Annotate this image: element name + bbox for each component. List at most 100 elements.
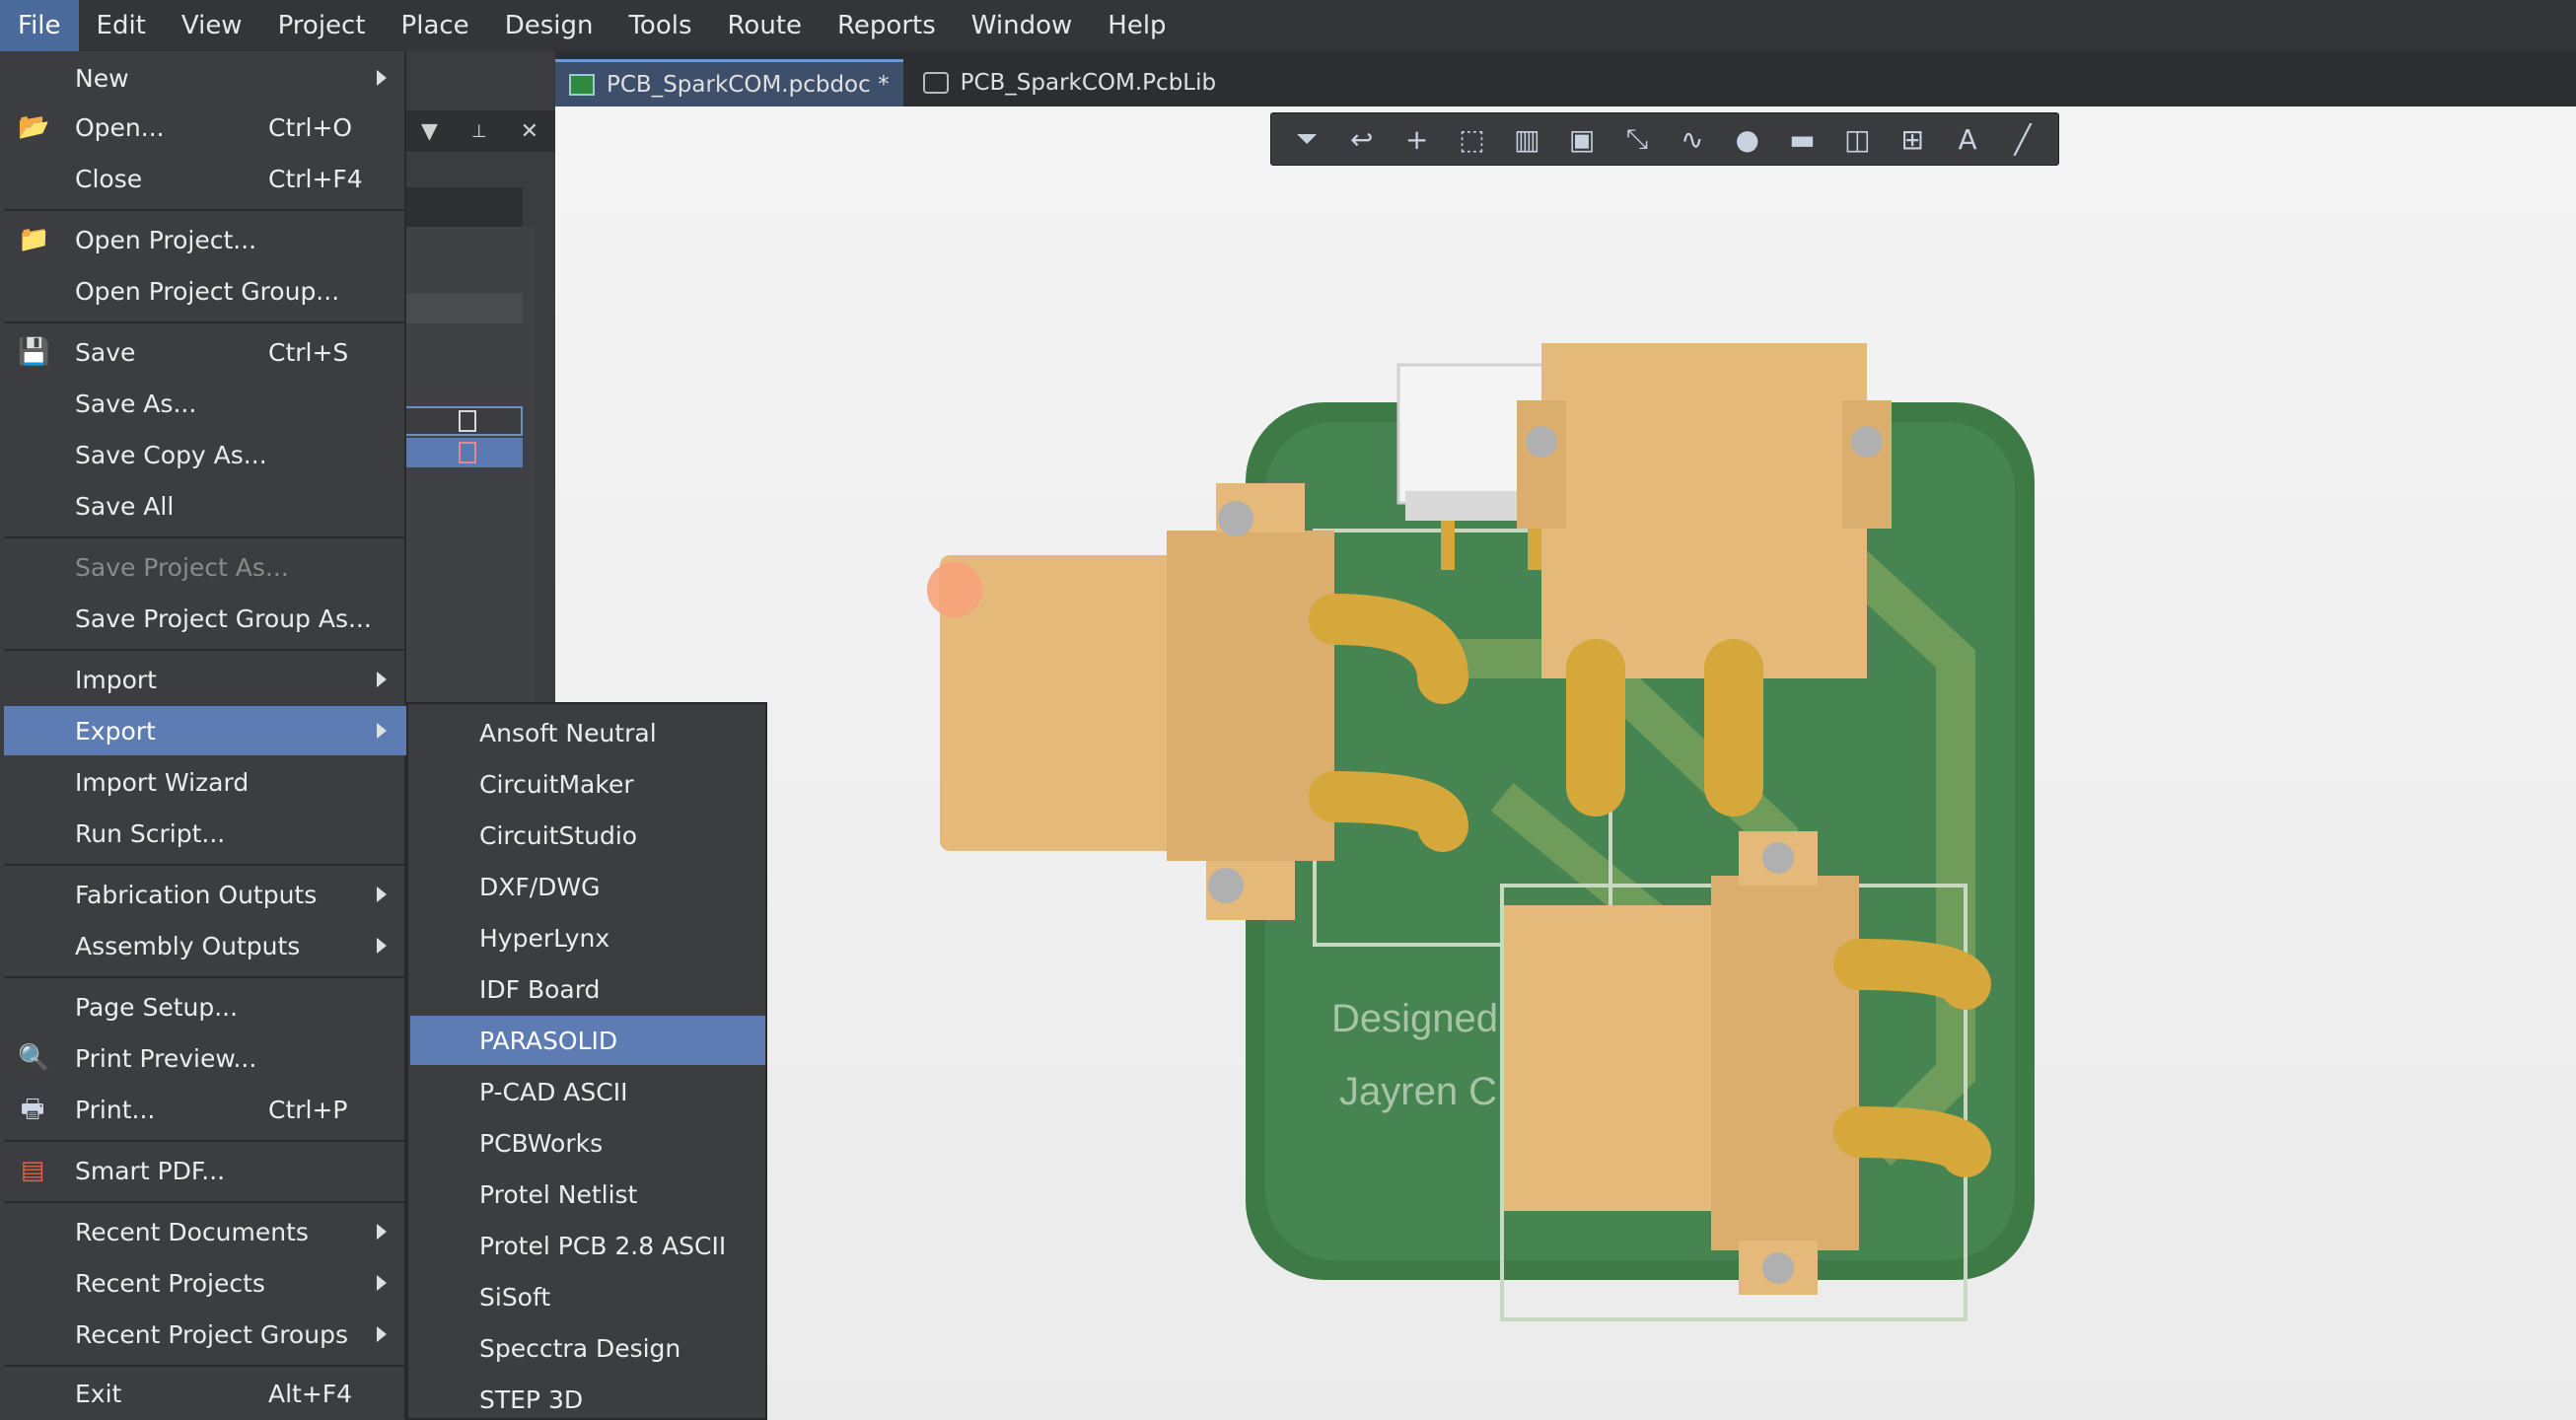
export-item-circuitmaker[interactable]: CircuitMaker xyxy=(410,759,765,809)
menu-item-print-preview[interactable]: 🔍 Print Preview... xyxy=(4,1033,406,1083)
mounting-hole xyxy=(1218,501,1253,536)
silkscreen-text: Designed xyxy=(1331,997,1498,1040)
canvas-active-bar: ⏷ ↩ + ⬚ ▥ ▣ ⤡ ∿ ● ▬ ◫ ⊞ A ╱ xyxy=(1270,112,2059,166)
panel-search-field[interactable] xyxy=(404,187,523,227)
menu-reports[interactable]: Reports xyxy=(820,0,954,51)
save-disk-icon: 💾 xyxy=(18,337,50,367)
silkscreen-text: Jayren C xyxy=(1339,1070,1497,1113)
menu-item-fabrication-outputs[interactable]: Fabrication Outputs xyxy=(4,870,406,919)
menu-item-run-script[interactable]: Run Script... xyxy=(4,809,406,858)
menu-item-save-copy-as[interactable]: Save Copy As... xyxy=(4,430,406,479)
menu-item-save-project-as: Save Project As... xyxy=(75,552,289,582)
menu-file[interactable]: File xyxy=(0,0,79,51)
export-item-step-3d[interactable]: STEP 3D xyxy=(410,1375,765,1420)
menu-separator xyxy=(4,536,406,538)
route-icon[interactable]: ↩ xyxy=(1345,122,1379,156)
menu-bar: File Edit View Project Place Design Tool… xyxy=(0,0,2576,51)
pcb-3d-canvas[interactable]: Designed Jayren C ⏷ ↩ + ⬚ ▥ ▣ ⤡ ∿ ● ▬ ◫ … xyxy=(555,106,2576,1420)
align-icon[interactable]: ▥ xyxy=(1510,122,1543,156)
export-item-parasolid[interactable]: PARASOLID xyxy=(410,1016,765,1065)
menu-item-recent-documents[interactable]: Recent Documents xyxy=(4,1207,406,1256)
export-item-protel-netlist[interactable]: Protel Netlist xyxy=(410,1170,765,1219)
menu-separator xyxy=(4,1201,406,1203)
panel-close-icon[interactable]: ✕ xyxy=(521,119,538,144)
line-icon[interactable]: ╱ xyxy=(2006,122,2039,156)
menu-separator xyxy=(4,1140,406,1142)
menu-item-import[interactable]: Import xyxy=(4,655,406,704)
submenu-arrow-icon xyxy=(377,887,387,902)
file-menu: New 📂 Open... Ctrl+O Close Ctrl+F4 📁 Ope… xyxy=(4,51,406,1420)
menu-item-save-project-group-as[interactable]: Save Project Group As... xyxy=(4,594,406,643)
menu-separator xyxy=(4,976,406,978)
diff-pair-icon[interactable]: ∿ xyxy=(1676,122,1709,156)
menu-item-open-project-group[interactable]: Open Project Group... xyxy=(4,266,406,316)
select-rect-icon[interactable]: ⬚ xyxy=(1455,122,1488,156)
menu-tools[interactable]: Tools xyxy=(610,0,709,51)
export-item-circuitstudio[interactable]: CircuitStudio xyxy=(410,811,765,860)
dimension-icon[interactable]: ⊞ xyxy=(1896,122,1929,156)
export-item-p-cad-ascii[interactable]: P-CAD ASCII xyxy=(410,1067,765,1116)
menu-item-assembly-outputs[interactable]: Assembly Outputs xyxy=(4,921,406,970)
export-submenu: Ansoft Neutral CircuitMaker CircuitStudi… xyxy=(406,702,767,1420)
export-item-pcbworks[interactable]: PCBWorks xyxy=(410,1118,765,1168)
export-item-hyperlynx[interactable]: HyperLynx xyxy=(410,913,765,962)
pcb-doc-icon xyxy=(569,73,595,96)
tab-pcbdoc[interactable]: PCB_SparkCOM.pcbdoc * xyxy=(555,59,903,106)
export-item-specctra-design[interactable]: Specctra Design xyxy=(410,1323,765,1373)
tab-label: PCB_SparkCOM.pcbdoc * xyxy=(607,71,890,98)
menu-item-recent-projects[interactable]: Recent Projects xyxy=(4,1258,406,1308)
via-icon[interactable]: ● xyxy=(1731,122,1764,156)
menu-project[interactable]: Project xyxy=(260,0,384,51)
menu-place[interactable]: Place xyxy=(384,0,487,51)
menu-item-export[interactable]: Export xyxy=(4,706,406,755)
export-item-ansoft-neutral[interactable]: Ansoft Neutral xyxy=(410,708,765,757)
pin xyxy=(1441,521,1455,570)
panel-header: ▼ ⊥ ✕ xyxy=(404,110,555,152)
menu-item-print[interactable]: 🖶 Print... Ctrl+P xyxy=(4,1085,406,1134)
document-tabs: PCB_SparkCOM.pcbdoc * PCB_SparkCOM.PcbLi… xyxy=(555,51,2576,106)
menu-separator xyxy=(4,209,406,211)
connector-body xyxy=(1541,343,1867,678)
fill-icon[interactable]: ▬ xyxy=(1786,122,1820,156)
menu-window[interactable]: Window xyxy=(954,0,1091,51)
menu-item-exit[interactable]: Exit Alt+F4 xyxy=(4,1369,406,1418)
menu-item-recent-project-groups[interactable]: Recent Project Groups xyxy=(4,1310,406,1359)
menu-item-close[interactable]: Close Ctrl+F4 xyxy=(4,154,406,203)
menu-item-open[interactable]: 📂 Open... Ctrl+O xyxy=(4,103,406,152)
interactive-route-icon[interactable]: ⤡ xyxy=(1620,122,1654,156)
menu-item-page-setup[interactable]: Page Setup... xyxy=(4,982,406,1031)
menu-item-smart-pdf[interactable]: ▤ Smart PDF... xyxy=(4,1146,406,1195)
filter-icon[interactable]: ⏷ xyxy=(1290,122,1324,156)
menu-design[interactable]: Design xyxy=(487,0,611,51)
mounting-hole xyxy=(1526,426,1557,458)
mounting-hole xyxy=(1762,842,1794,874)
region-icon[interactable]: ◫ xyxy=(1840,122,1874,156)
export-item-idf-board[interactable]: IDF Board xyxy=(410,964,765,1014)
mounting-hole xyxy=(1762,1252,1794,1284)
submenu-arrow-icon xyxy=(377,1224,387,1240)
export-item-dxf-dwg[interactable]: DXF/DWG xyxy=(410,862,765,911)
panel-row[interactable] xyxy=(404,294,523,323)
menu-item-import-wizard[interactable]: Import Wizard xyxy=(4,757,406,807)
menu-item-save[interactable]: 💾 Save Ctrl+S xyxy=(4,327,406,377)
tab-pcblib[interactable]: PCB_SparkCOM.PcbLib xyxy=(909,59,1231,106)
text-icon[interactable]: A xyxy=(1951,122,1984,156)
menu-edit[interactable]: Edit xyxy=(79,0,164,51)
pcblib-icon xyxy=(922,72,949,94)
menu-item-save-all[interactable]: Save All xyxy=(4,481,406,531)
document-icon xyxy=(459,442,476,463)
menu-item-open-project[interactable]: 📁 Open Project... xyxy=(4,215,406,264)
pin-bend xyxy=(1833,1106,1991,1177)
panel-pin-icon[interactable]: ⊥ xyxy=(471,121,487,142)
menu-route[interactable]: Route xyxy=(710,0,820,51)
menu-view[interactable]: View xyxy=(164,0,260,51)
panel-dropdown-icon[interactable]: ▼ xyxy=(421,119,438,144)
menu-item-new[interactable]: New xyxy=(4,53,406,103)
component-icon[interactable]: ▣ xyxy=(1565,122,1599,156)
add-icon[interactable]: + xyxy=(1400,122,1434,156)
export-item-protel-pcb-ascii[interactable]: Protel PCB 2.8 ASCII xyxy=(410,1221,765,1270)
document-icon xyxy=(459,410,476,432)
export-item-sisoft[interactable]: SiSoft xyxy=(410,1272,765,1321)
menu-item-save-as[interactable]: Save As... xyxy=(4,379,406,428)
menu-help[interactable]: Help xyxy=(1090,0,1183,51)
